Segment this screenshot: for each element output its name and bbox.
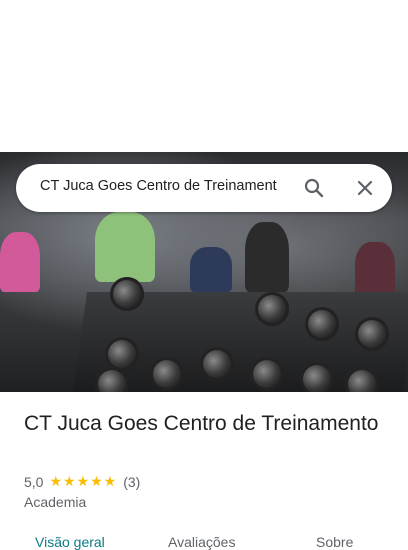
person-figure bbox=[190, 247, 232, 292]
search-icon[interactable] bbox=[302, 176, 326, 200]
person-figure bbox=[355, 242, 395, 297]
dumbbell bbox=[355, 317, 389, 351]
close-icon[interactable] bbox=[353, 176, 377, 200]
tab-about[interactable]: Sobre bbox=[316, 534, 353, 550]
place-tabs: Visão geral Avaliações Sobre bbox=[0, 530, 408, 550]
dumbbell bbox=[250, 357, 284, 391]
place-category[interactable]: Academia bbox=[24, 494, 86, 510]
person-figure bbox=[245, 222, 289, 292]
dumbbell bbox=[200, 347, 234, 381]
rating-row[interactable]: 5,0 ★★★★★ (3) bbox=[24, 473, 140, 490]
person-figure bbox=[95, 212, 155, 282]
place-title: CT Juca Goes Centro de Treinamento bbox=[24, 412, 379, 435]
dumbbell bbox=[255, 292, 289, 326]
search-input[interactable]: CT Juca Goes Centro de Treinament bbox=[40, 178, 290, 194]
dumbbell bbox=[150, 357, 184, 391]
star-rating-icon: ★★★★★ bbox=[49, 473, 118, 489]
dumbbell bbox=[105, 337, 139, 371]
dumbbell bbox=[305, 307, 339, 341]
rating-value: 5,0 bbox=[24, 473, 44, 490]
tab-reviews[interactable]: Avaliações bbox=[168, 534, 235, 550]
review-count[interactable]: (3) bbox=[123, 474, 140, 490]
tab-overview[interactable]: Visão geral bbox=[35, 534, 105, 550]
dumbbell bbox=[110, 277, 144, 311]
person-figure bbox=[0, 232, 40, 292]
dumbbell bbox=[300, 362, 334, 392]
search-bar[interactable]: CT Juca Goes Centro de Treinament bbox=[16, 164, 392, 212]
